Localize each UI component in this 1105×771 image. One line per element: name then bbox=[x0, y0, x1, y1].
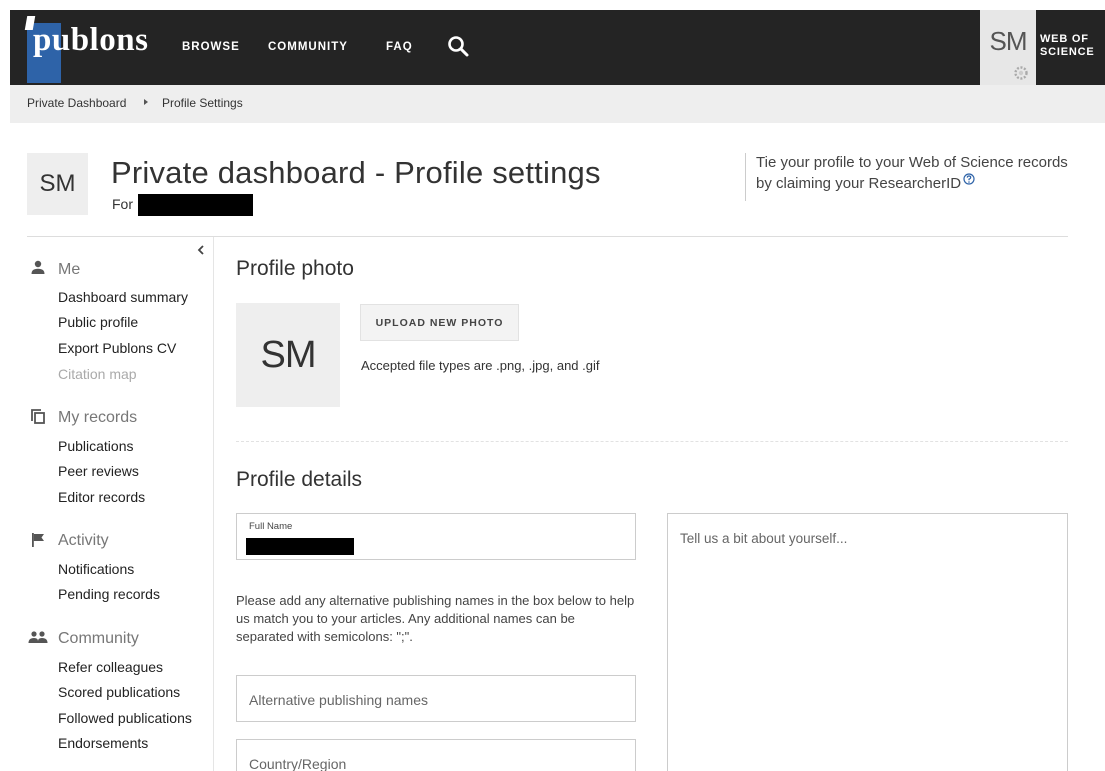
flag-icon bbox=[32, 533, 44, 547]
sidebar-item-editor-records[interactable]: Editor records bbox=[58, 489, 145, 505]
sidebar-section-activity: Activity bbox=[58, 532, 109, 549]
sidebar-item-export-cv[interactable]: Export Publons CV bbox=[58, 340, 176, 356]
bio-placeholder: Tell us a bit about yourself... bbox=[680, 531, 848, 546]
country-region-placeholder: Country/Region bbox=[249, 756, 347, 771]
sidebar-item-public-profile[interactable]: Public profile bbox=[58, 314, 138, 330]
sidebar-section-me: Me bbox=[58, 261, 81, 278]
sidebar: Me Dashboard summary Public profile Expo… bbox=[0, 237, 214, 771]
nav-browse[interactable]: BROWSE bbox=[182, 41, 240, 53]
redacted-full-name bbox=[246, 538, 354, 555]
chevron-left-icon[interactable] bbox=[196, 244, 206, 256]
search-icon[interactable] bbox=[446, 34, 470, 58]
user-avatar-initials: SM bbox=[989, 26, 1028, 56]
breadcrumb: Private Dashboard Profile Settings bbox=[10, 85, 1105, 123]
sidebar-item-pending-records[interactable]: Pending records bbox=[58, 586, 160, 602]
sidebar-item-endorsements[interactable]: Endorsements bbox=[58, 735, 148, 751]
group-icon bbox=[28, 631, 48, 643]
sidebar-item-notifications[interactable]: Notifications bbox=[58, 561, 134, 577]
sidebar-item-followed-publications[interactable]: Followed publications bbox=[58, 710, 192, 726]
logo-text: publons bbox=[33, 22, 149, 58]
section-divider bbox=[236, 441, 1068, 442]
breadcrumb-profile-settings: Profile Settings bbox=[162, 96, 243, 110]
country-region-input[interactable]: Country/Region bbox=[236, 739, 636, 771]
alternative-names-input[interactable]: Alternative publishing names bbox=[236, 675, 636, 722]
header-avatar: SM bbox=[27, 153, 88, 215]
full-name-field[interactable]: Full Name bbox=[236, 513, 636, 560]
nav-community[interactable]: COMMUNITY bbox=[268, 41, 348, 53]
user-avatar-button[interactable]: SM bbox=[980, 10, 1036, 85]
help-icon[interactable] bbox=[963, 173, 975, 185]
bio-textarea[interactable]: Tell us a bit about yourself... bbox=[667, 513, 1068, 771]
records-icon bbox=[31, 409, 45, 424]
profile-photo-heading: Profile photo bbox=[236, 257, 354, 280]
web-of-science-link[interactable]: WEB OF SCIENCE bbox=[1040, 33, 1105, 59]
sidebar-item-peer-reviews[interactable]: Peer reviews bbox=[58, 463, 139, 479]
for-label: For bbox=[112, 196, 133, 212]
gear-icon[interactable] bbox=[1013, 65, 1029, 81]
researcherid-claim-link[interactable]: Tie your profile to your Web of Science … bbox=[745, 153, 1075, 201]
researcherid-claim-text: Tie your profile to your Web of Science … bbox=[756, 154, 1068, 192]
breadcrumb-separator-icon bbox=[144, 99, 148, 105]
sidebar-item-refer-colleagues[interactable]: Refer colleagues bbox=[58, 659, 163, 675]
person-icon bbox=[31, 260, 45, 274]
sidebar-item-citation-map: Citation map bbox=[58, 366, 137, 382]
alternative-names-help: Please add any alternative publishing na… bbox=[236, 593, 635, 644]
full-name-label: Full Name bbox=[249, 521, 293, 532]
upload-photo-button[interactable]: UPLOAD NEW PHOTO bbox=[360, 304, 519, 341]
redacted-name bbox=[138, 194, 253, 216]
page-title: Private dashboard - Profile settings bbox=[111, 155, 601, 190]
accepted-file-types: Accepted file types are .png, .jpg, and … bbox=[361, 358, 600, 373]
sidebar-item-dashboard-summary[interactable]: Dashboard summary bbox=[58, 289, 188, 305]
sidebar-section-my-records: My records bbox=[58, 409, 138, 426]
sidebar-item-publications[interactable]: Publications bbox=[58, 438, 134, 454]
sidebar-section-community: Community bbox=[58, 630, 139, 647]
alternative-names-placeholder: Alternative publishing names bbox=[249, 692, 428, 708]
profile-photo-avatar: SM bbox=[236, 303, 340, 407]
top-nav: publons BROWSE COMMUNITY FAQ SM WEB OF S… bbox=[10, 10, 1105, 85]
sidebar-item-scored-publications[interactable]: Scored publications bbox=[58, 684, 180, 700]
breadcrumb-private-dashboard[interactable]: Private Dashboard bbox=[27, 96, 126, 110]
nav-faq[interactable]: FAQ bbox=[386, 41, 413, 53]
profile-details-heading: Profile details bbox=[236, 468, 363, 491]
